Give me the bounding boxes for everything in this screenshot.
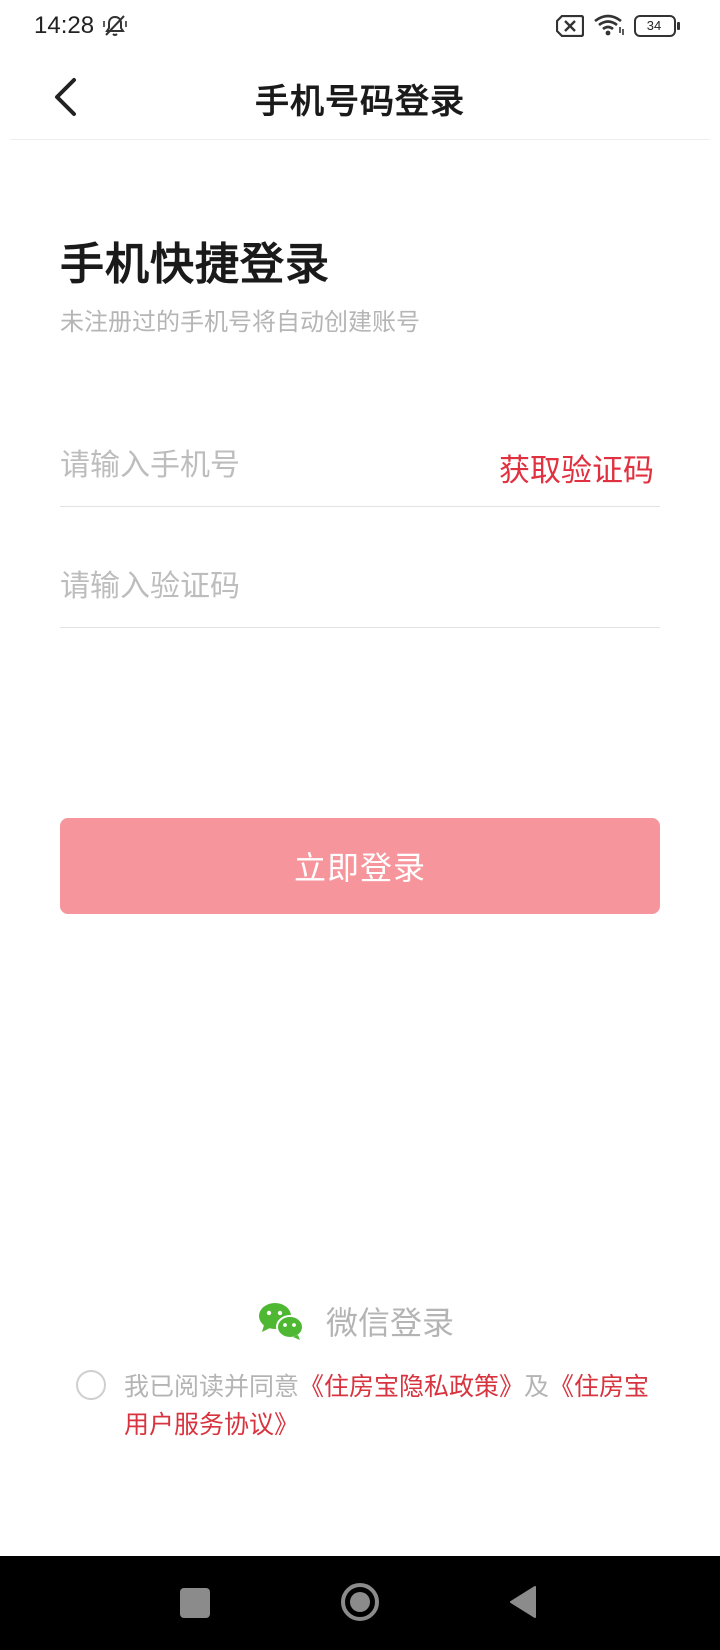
sim-blocked-icon [555, 14, 585, 41]
login-subheading: 未注册过的手机号将自动创建账号 [60, 308, 420, 336]
home-icon[interactable] [340, 1582, 380, 1626]
mute-icon [102, 13, 128, 43]
wifi-icon [593, 13, 625, 41]
wechat-icon [259, 1303, 304, 1340]
back-triangle-icon[interactable] [508, 1584, 538, 1624]
verification-code-input[interactable] [60, 564, 640, 608]
title-bar: 手机号码登录 [10, 56, 710, 140]
code-field [60, 548, 660, 628]
phone-field: 获取验证码 [60, 427, 660, 507]
status-bar: 14:28 34 [0, 0, 720, 56]
login-heading: 手机快捷登录 [60, 239, 330, 290]
battery-level: 34 [646, 18, 662, 33]
agreement-text: 我已阅读并同意《住房宝隐私政策》及《住房宝用户服务协议》 [124, 1368, 654, 1444]
system-nav-bar [0, 1556, 720, 1650]
get-code-button[interactable]: 获取验证码 [499, 445, 654, 490]
agreement-prefix: 我已阅读并同意 [124, 1372, 300, 1401]
phone-input[interactable] [60, 443, 460, 487]
wechat-login-button[interactable]: 微信登录 [258, 1296, 454, 1346]
wechat-login-label: 微信登录 [326, 1304, 455, 1342]
agreement-connector: 及 [524, 1372, 550, 1401]
page-title: 手机号码登录 [255, 82, 465, 122]
status-time: 14:28 [34, 12, 95, 39]
agree-checkbox[interactable] [76, 1370, 106, 1400]
login-button[interactable]: 立即登录 [60, 818, 660, 914]
recents-icon[interactable] [180, 1588, 210, 1618]
privacy-policy-link[interactable]: 《住房宝隐私政策》 [299, 1372, 524, 1401]
